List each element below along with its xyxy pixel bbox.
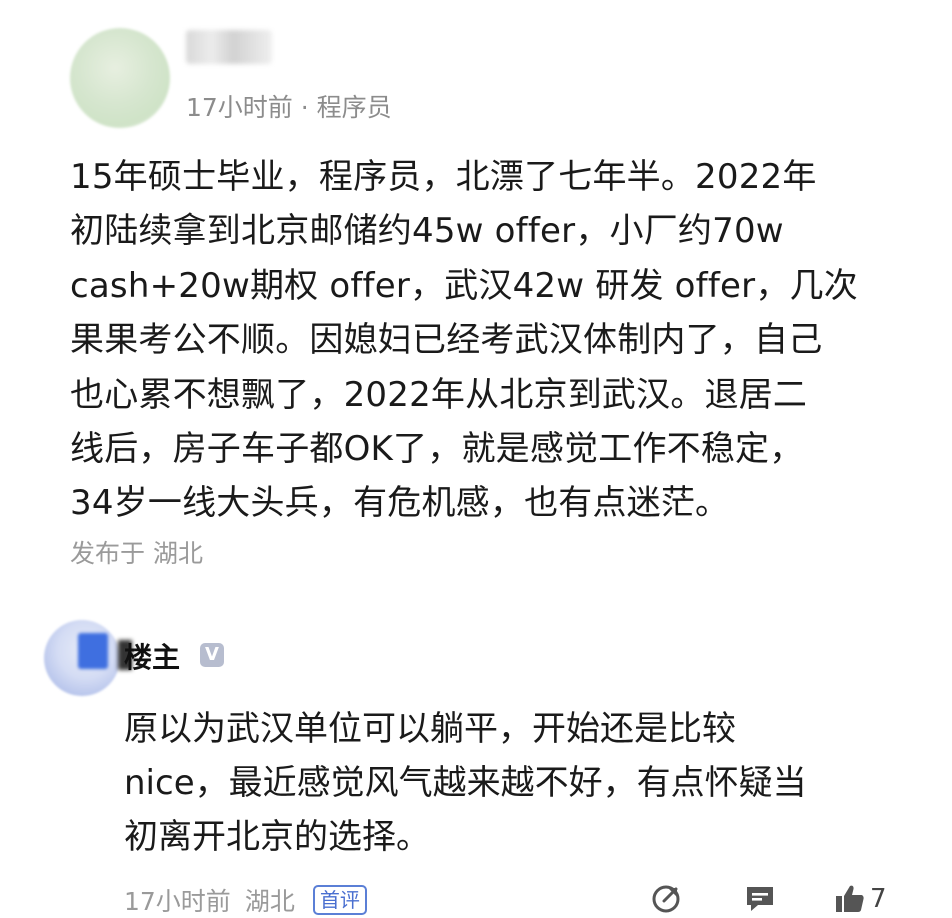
reply-author-name[interactable]: 楼主 — [124, 636, 180, 676]
post-body-line: 初陆续拿到北京邮储约45w offer，小厂约70w — [70, 211, 784, 252]
reply-body-line: 原以为武汉单位可以躺平，开始还是比较 — [124, 709, 736, 749]
share-icon — [650, 883, 682, 915]
post-body-line: 线后，房子车子都OK了，就是感觉工作不稳定， — [70, 429, 804, 470]
post-body-line: cash+20w期权 offer，武汉42w 研发 offer，几次 — [70, 265, 858, 306]
comment-button[interactable] — [744, 883, 776, 915]
first-comment-badge: 首评 — [312, 885, 367, 915]
reply-body-line: nice，最近感觉风气越来越不好，有点怀疑当 — [124, 763, 807, 803]
comment-thread: 17小时前 · 程序员 15年硕士毕业，程序员，北漂了七年半。2022年 初陆续… — [0, 0, 952, 918]
like-icon — [834, 883, 866, 915]
post-body-line: 34岁一线大头兵，有危机感，也有点迷茫。 — [70, 483, 730, 524]
post-body-line: 也心累不想飘了，2022年从北京到武汉。退居二 — [70, 374, 808, 415]
post-meta: 17小时前 · 程序员 — [186, 93, 392, 122]
post-author-name-blurred[interactable] — [186, 30, 272, 64]
post-body-line: 15年硕士毕业，程序员，北漂了七年半。2022年 — [70, 157, 817, 197]
reply-author-avatar-blur — [78, 633, 108, 669]
post-body-line: 果果考公不顺。因媳妇已经考武汉体制内了，自己 — [70, 320, 823, 361]
reply-body: 原以为武汉单位可以躺平，开始还是比较 nice，最近感觉风气越来越不好，有点怀疑… — [124, 702, 914, 864]
like-count: 7 — [870, 884, 887, 914]
reply-location: 湖北 — [244, 887, 295, 916]
post-author-avatar[interactable] — [70, 28, 170, 128]
reply-time: 17小时前 — [124, 887, 231, 916]
verified-badge-icon: V — [200, 643, 224, 667]
like-button[interactable]: 7 — [834, 883, 887, 915]
reply-body-line: 初离开北京的选择。 — [124, 817, 430, 857]
reply-footer: 17小时前 湖北 首评 — [124, 882, 367, 918]
post-location: 发布于 湖北 — [70, 539, 203, 568]
post-body: 15年硕士毕业，程序员，北漂了七年半。2022年 初陆续拿到北京邮储约45w o… — [70, 150, 910, 531]
share-button[interactable] — [650, 883, 682, 915]
comment-icon — [744, 883, 776, 915]
